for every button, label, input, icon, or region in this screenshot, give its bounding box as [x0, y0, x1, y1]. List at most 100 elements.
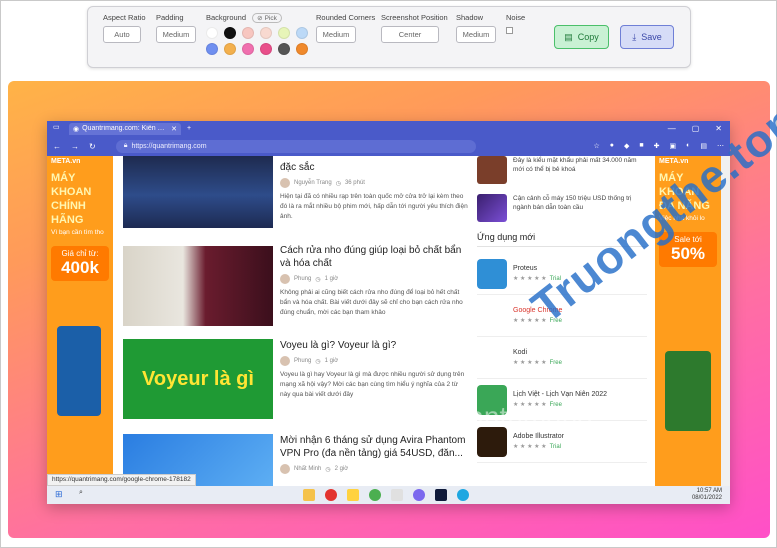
ad-brand: META.vn: [51, 158, 81, 165]
background-swatch[interactable]: [278, 43, 290, 55]
background-swatch[interactable]: [224, 27, 236, 39]
avatar: [280, 274, 290, 284]
article-title: Cách rửa nho đúng giúp loại bỏ chất bẩn …: [280, 245, 462, 269]
search-icon: ⌕: [79, 489, 83, 496]
clipboard-icon: ▤: [564, 31, 573, 42]
background-swatch[interactable]: [260, 43, 272, 55]
background-swatch[interactable]: [224, 43, 236, 55]
site-favicon: ◉: [73, 125, 80, 133]
taskbar: ⊞ ⌕ 10:57 AM 08/01/2022: [47, 486, 730, 504]
windows-start-icon: ⊞: [55, 489, 63, 499]
shadow-group: Shadow Medium: [456, 13, 496, 43]
screenshot-position-group: Screenshot Position Center: [381, 13, 448, 43]
background-swatch[interactable]: [206, 27, 218, 39]
avatar: [280, 464, 290, 474]
article-meta: Phung ◷ 1 giờ: [280, 356, 470, 366]
new-tab-icon: +: [187, 125, 192, 132]
url-field: 🔒︎ https://quantrimang.com: [115, 139, 476, 153]
app-icon: [477, 300, 507, 331]
photoshop-icon: [435, 489, 447, 501]
ad-price: Giá chỉ từ: 400k: [51, 246, 109, 281]
ad-headline: MÁY KHOAN CHÍNH HÃNG: [51, 172, 92, 226]
file-explorer-icon: [303, 489, 315, 501]
machine-image: [665, 351, 711, 431]
article-meta: Nguyễn Trang ◷ 36 phút: [280, 178, 470, 188]
background-swatches: [206, 27, 308, 55]
pick-color-button[interactable]: ⊘ Pick: [252, 13, 282, 23]
background-swatch[interactable]: [296, 43, 308, 55]
shadow-select[interactable]: Medium: [456, 26, 496, 43]
minimize-icon: —: [667, 124, 676, 133]
noise-group: Noise: [506, 13, 536, 34]
article-text: Voyeu là gì? Voyeur là gì? Phung ◷ 1 giờ…: [280, 339, 470, 400]
page-scrollbar[interactable]: [721, 156, 730, 486]
edge-icon: [457, 489, 469, 501]
close-window-icon: ✕: [715, 124, 722, 133]
screenshot-position-select[interactable]: Center: [381, 26, 439, 43]
article-desc: Hiện tại đã có nhiều rạp trên toàn quốc …: [280, 193, 468, 220]
padding-select[interactable]: Medium: [156, 26, 196, 43]
app-icon: [477, 342, 507, 373]
sidebar-toggle-icon: ▭: [53, 124, 60, 131]
background-group: Background ⊘ Pick: [206, 13, 308, 55]
clock-icon: ◷: [315, 276, 321, 283]
quantrimang-watermark: Quantrimang: [431, 401, 593, 432]
app-license: Free: [549, 360, 562, 366]
extension-icon: ✚: [653, 143, 660, 150]
eyedropper-icon: ⊘: [257, 15, 263, 22]
background-swatch[interactable]: [242, 43, 254, 55]
background-swatch[interactable]: [206, 43, 218, 55]
status-url: https://quantrimang.com/google-chrome-17…: [47, 474, 196, 486]
background-swatch[interactable]: [296, 27, 308, 39]
back-icon: ←: [53, 141, 61, 151]
article-list: đặc sắc Nguyễn Trang ◷ 36 phút Hiện tại …: [123, 156, 473, 486]
app-item[interactable]: Kodi ★ ★ ★ ★ ★ Free: [477, 337, 647, 379]
article-desc: Voyeu là gì hay Voyeur là gì mà được nhi…: [280, 371, 465, 398]
taskbar-clock: 10:57 AM 08/01/2022: [691, 488, 722, 501]
app-rating: ★ ★ ★ ★ ★ Trial: [513, 444, 562, 450]
ad-sub: Vì bạn cần tìm tho: [51, 229, 104, 236]
browser-titlebar: ▭ ◉ Quantrimang.com: Kiến Thức Cô ✕ + — …: [47, 121, 730, 136]
article-title: đặc sắc: [280, 162, 315, 173]
article-text: Cách rửa nho đúng giúp loại bỏ chất bẩn …: [280, 244, 470, 318]
aspect-ratio-group: Aspect Ratio Auto: [103, 13, 146, 43]
lock-icon: 🔒︎: [123, 142, 128, 149]
article-thumbnail: [123, 246, 273, 326]
viber-icon: [413, 489, 425, 501]
app-icon: [477, 258, 507, 289]
ad-banner-left: META.vn MÁY KHOAN CHÍNH HÃNG Vì bạn cần …: [47, 156, 113, 486]
download-icon: ⤓: [632, 31, 637, 42]
rounded-corners-select[interactable]: Medium: [316, 26, 356, 43]
app-icon: [391, 489, 403, 501]
aspect-ratio-select[interactable]: Auto: [103, 26, 141, 43]
extension-icon: ◐: [686, 142, 691, 149]
article-thumbnail: Voyeur là gì: [123, 339, 273, 419]
app-license: Trial: [549, 444, 562, 450]
tab-close-icon: ✕: [171, 125, 177, 133]
background-swatch[interactable]: [278, 27, 290, 39]
background-swatch[interactable]: [260, 27, 272, 39]
clock-icon: ◷: [315, 358, 321, 365]
aspect-ratio-label: Aspect Ratio: [103, 13, 146, 22]
background-swatch[interactable]: [242, 27, 254, 39]
article-meta: Phung ◷ 1 giờ: [280, 274, 470, 284]
news-item: Đây là kiểu mặt khẩu phải mất 34.000 năm…: [477, 156, 647, 184]
shadow-label: Shadow: [456, 13, 484, 22]
window-controls: — ▢ ✕: [668, 124, 730, 133]
clock-icon: ◷: [335, 180, 341, 187]
clock-icon: ◷: [325, 466, 331, 473]
webpage: META.vn MÁY KHOAN CHÍNH HÃNG Vì bạn cần …: [47, 156, 730, 486]
news-thumbnail: [477, 194, 507, 222]
copy-button[interactable]: ▤ Copy: [554, 25, 609, 49]
save-button[interactable]: ⤓ Save: [620, 25, 674, 49]
address-bar: ← → ↻ 🔒︎ https://quantrimang.com ☆ ● ◆ ■…: [47, 136, 730, 156]
article-item: Cách rửa nho đúng giúp loại bỏ chất bẩn …: [123, 244, 473, 339]
article-thumbnail: [123, 156, 273, 228]
article-text: đặc sắc Nguyễn Trang ◷ 36 phút Hiện tại …: [280, 161, 470, 222]
app-frame: Aspect Ratio Auto Padding Medium Backgro…: [0, 0, 777, 548]
article-item: Voyeur là gì Voyeu là gì? Voyeur là gì? …: [123, 339, 473, 434]
app-name: Kodi: [513, 349, 528, 356]
options-toolbar: Aspect Ratio Auto Padding Medium Backgro…: [87, 6, 691, 68]
padding-group: Padding Medium: [156, 13, 196, 43]
noise-checkbox[interactable]: [506, 27, 513, 34]
